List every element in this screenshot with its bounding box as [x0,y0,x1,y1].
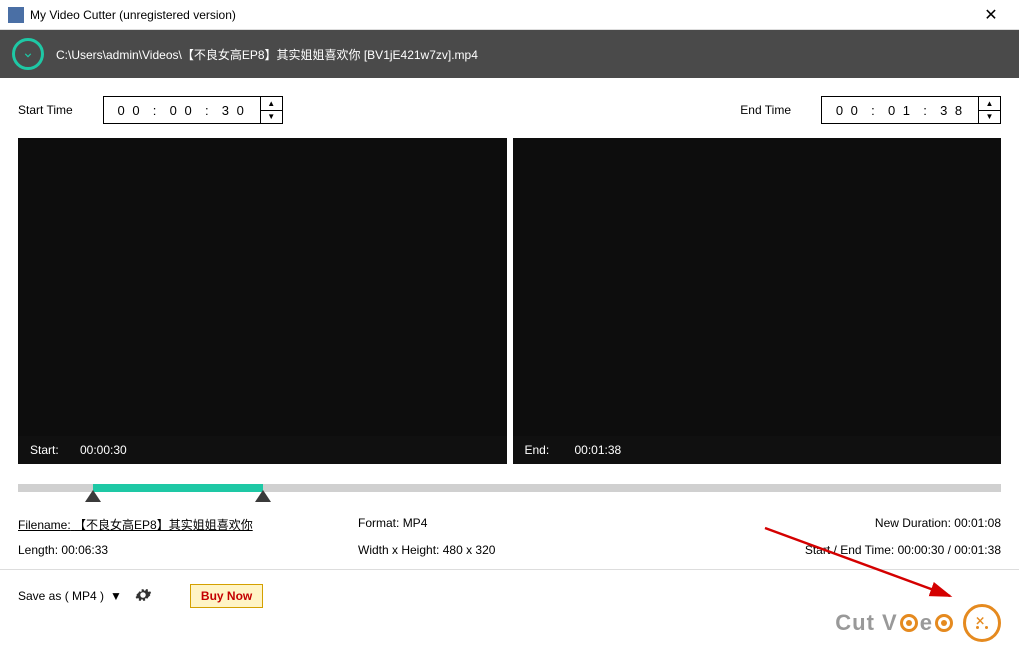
end-preview-caption: End: 00:01:38 [513,436,1002,464]
end-preview: End: 00:01:38 [513,138,1002,464]
start-time-value: 0 0 : 0 0 : 3 0 [104,103,260,118]
save-as-dropdown[interactable]: Save as ( MP4 ) ▼ [18,589,122,603]
filename-row: Filename: 【不良女高EP8】其实姐姐喜欢你 [18,516,358,533]
start-preview-canvas [18,138,507,436]
timeline-start-handle[interactable] [85,490,101,502]
logo-text-right: e [920,610,933,636]
cut-video-button[interactable] [963,604,1001,642]
spinner-down-icon[interactable]: ▼ [979,111,1000,124]
start-caption-label: Start: [30,443,80,457]
end-caption-label: End: [525,443,575,457]
start-preview-caption: Start: 00:00:30 [18,436,507,464]
timeline[interactable] [18,478,1001,504]
logo-text-left: Cut V [835,610,897,636]
buy-now-button[interactable]: Buy Now [190,584,263,608]
spinner-up-icon[interactable]: ▲ [261,97,282,111]
timeline-end-handle[interactable] [255,490,271,502]
logo-reel-icon [935,614,953,632]
dimensions-row: Width x Height: 480 x 320 [358,543,658,557]
format-row: Format: MP4 [358,516,658,533]
end-time-value: 0 0 : 0 1 : 3 8 [822,103,978,118]
end-time-group: End Time 0 0 : 0 1 : 3 8 ▲ ▼ [740,96,1001,124]
end-time-spinner[interactable]: ▲ ▼ [978,97,1000,123]
open-file-button[interactable] [12,38,44,70]
window-title: My Video Cutter (unregistered version) [30,8,971,22]
end-preview-canvas [513,138,1002,436]
settings-button[interactable] [132,584,154,609]
chevron-down-icon: ▼ [110,589,122,603]
preview-row: Start: 00:00:30 End: 00:01:38 [0,138,1019,464]
file-path: C:\Users\admin\Videos\【不良女高EP8】其实姐姐喜欢你 [… [56,46,478,63]
start-time-label: Start Time [18,103,73,117]
start-time-group: Start Time 0 0 : 0 0 : 3 0 ▲ ▼ [18,96,283,124]
timeline-selection [93,484,263,492]
end-time-label: End Time [740,103,791,117]
startend-row: Start / End Time: 00:00:30 / 00:01:38 [658,543,1001,557]
file-bar: C:\Users\admin\Videos\【不良女高EP8】其实姐姐喜欢你 [… [0,30,1019,78]
start-caption-value: 00:00:30 [80,443,127,457]
title-bar: My Video Cutter (unregistered version) ✕ [0,0,1019,30]
logo-area: Cut V e [835,604,1001,642]
end-time-input[interactable]: 0 0 : 0 1 : 3 8 ▲ ▼ [821,96,1001,124]
new-duration-row: New Duration: 00:01:08 [658,516,1001,533]
close-button[interactable]: ✕ [971,5,1011,25]
start-preview: Start: 00:00:30 [18,138,507,464]
start-time-spinner[interactable]: ▲ ▼ [260,97,282,123]
info-grid: Filename: 【不良女高EP8】其实姐姐喜欢你 Format: MP4 N… [0,512,1019,557]
length-row: Length: 00:06:33 [18,543,358,557]
end-caption-value: 00:01:38 [575,443,622,457]
app-icon [8,7,24,23]
start-time-input[interactable]: 0 0 : 0 0 : 3 0 ▲ ▼ [103,96,283,124]
save-as-label: Save as ( MP4 ) [18,589,104,603]
spinner-up-icon[interactable]: ▲ [979,97,1000,111]
spinner-down-icon[interactable]: ▼ [261,111,282,124]
time-controls-row: Start Time 0 0 : 0 0 : 3 0 ▲ ▼ End Time … [0,78,1019,138]
logo-reel-icon [900,614,918,632]
